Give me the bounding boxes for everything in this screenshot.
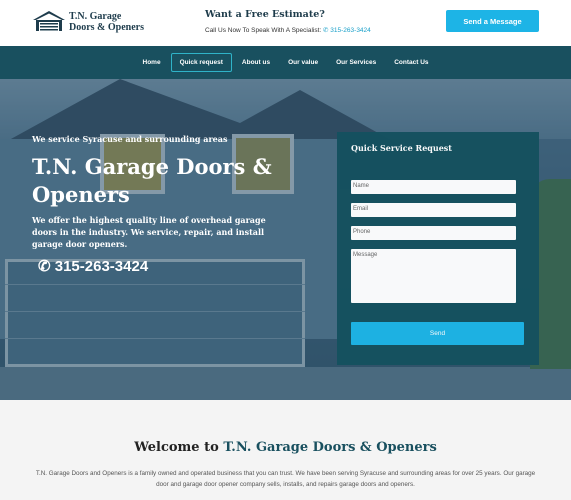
send-message-button[interactable]: Send a Message: [446, 10, 539, 32]
hero-phone-link[interactable]: ✆ 315-263-3424: [38, 257, 148, 275]
phone-icon: ✆: [38, 258, 51, 275]
nav-item-contact-us[interactable]: Contact Us: [386, 54, 436, 71]
logo-line1: T.N. Garage: [69, 11, 122, 22]
nav-item-our-value[interactable]: Our value: [280, 54, 326, 71]
logo-line2: Doors & Openers: [69, 22, 144, 33]
estimate-title: Want a Free Estimate?: [205, 9, 325, 20]
phone-field[interactable]: Phone: [351, 226, 516, 240]
garage-house-icon: [33, 11, 65, 31]
name-field[interactable]: Name: [351, 180, 516, 194]
site-logo[interactable]: T.N. Garage Doors & Openers: [32, 10, 147, 34]
welcome-section: Welcome to T.N. Garage Doors & Openers T…: [0, 400, 571, 500]
nav-item-home[interactable]: Home: [135, 54, 169, 71]
free-estimate-block: Want a Free Estimate? Call Us Now To Spe…: [205, 9, 371, 34]
email-field[interactable]: Email: [351, 203, 516, 217]
estimate-subtitle: Call Us Now To Speak With A Specialist: …: [205, 26, 371, 34]
form-title: Quick Service Request: [351, 143, 452, 153]
welcome-title-prefix: Welcome to: [134, 440, 219, 455]
nav-item-about-us[interactable]: About us: [234, 54, 278, 71]
logo-text: T.N. Garage Doors & Openers: [69, 11, 144, 33]
hero-title: T.N. Garage Doors & Openers: [32, 154, 272, 207]
hero-description: We offer the highest quality line of ove…: [32, 215, 266, 249]
nav-item-our-services[interactable]: Our Services: [328, 54, 384, 71]
welcome-title: Welcome to T.N. Garage Doors & Openers: [0, 440, 571, 455]
estimate-sub-text: Call Us Now To Speak With A Specialist:: [205, 27, 322, 34]
message-field[interactable]: Message: [351, 249, 516, 303]
quick-service-request-form: Quick Service Request Name Email Phone M…: [337, 132, 539, 365]
hero-section: We service Syracuse and surrounding area…: [0, 79, 571, 400]
phone-icon: ✆: [323, 27, 329, 34]
site-header: T.N. Garage Doors & Openers Want a Free …: [0, 0, 571, 46]
hero-phone-number: 315-263-3424: [54, 258, 149, 275]
hero-service-area: We service Syracuse and surrounding area…: [32, 134, 228, 144]
estimate-phone-number: 315-263-3424: [330, 27, 371, 34]
main-nav: Home Quick request About us Our value Ou…: [0, 46, 571, 79]
send-button[interactable]: Send: [351, 322, 524, 345]
welcome-text: T.N. Garage Doors and Openers is a famil…: [35, 470, 536, 488]
estimate-phone-link[interactable]: ✆ 315-263-3424: [323, 27, 371, 34]
welcome-title-brand: T.N. Garage Doors & Openers: [223, 440, 437, 455]
nav-item-quick-request[interactable]: Quick request: [170, 53, 232, 72]
